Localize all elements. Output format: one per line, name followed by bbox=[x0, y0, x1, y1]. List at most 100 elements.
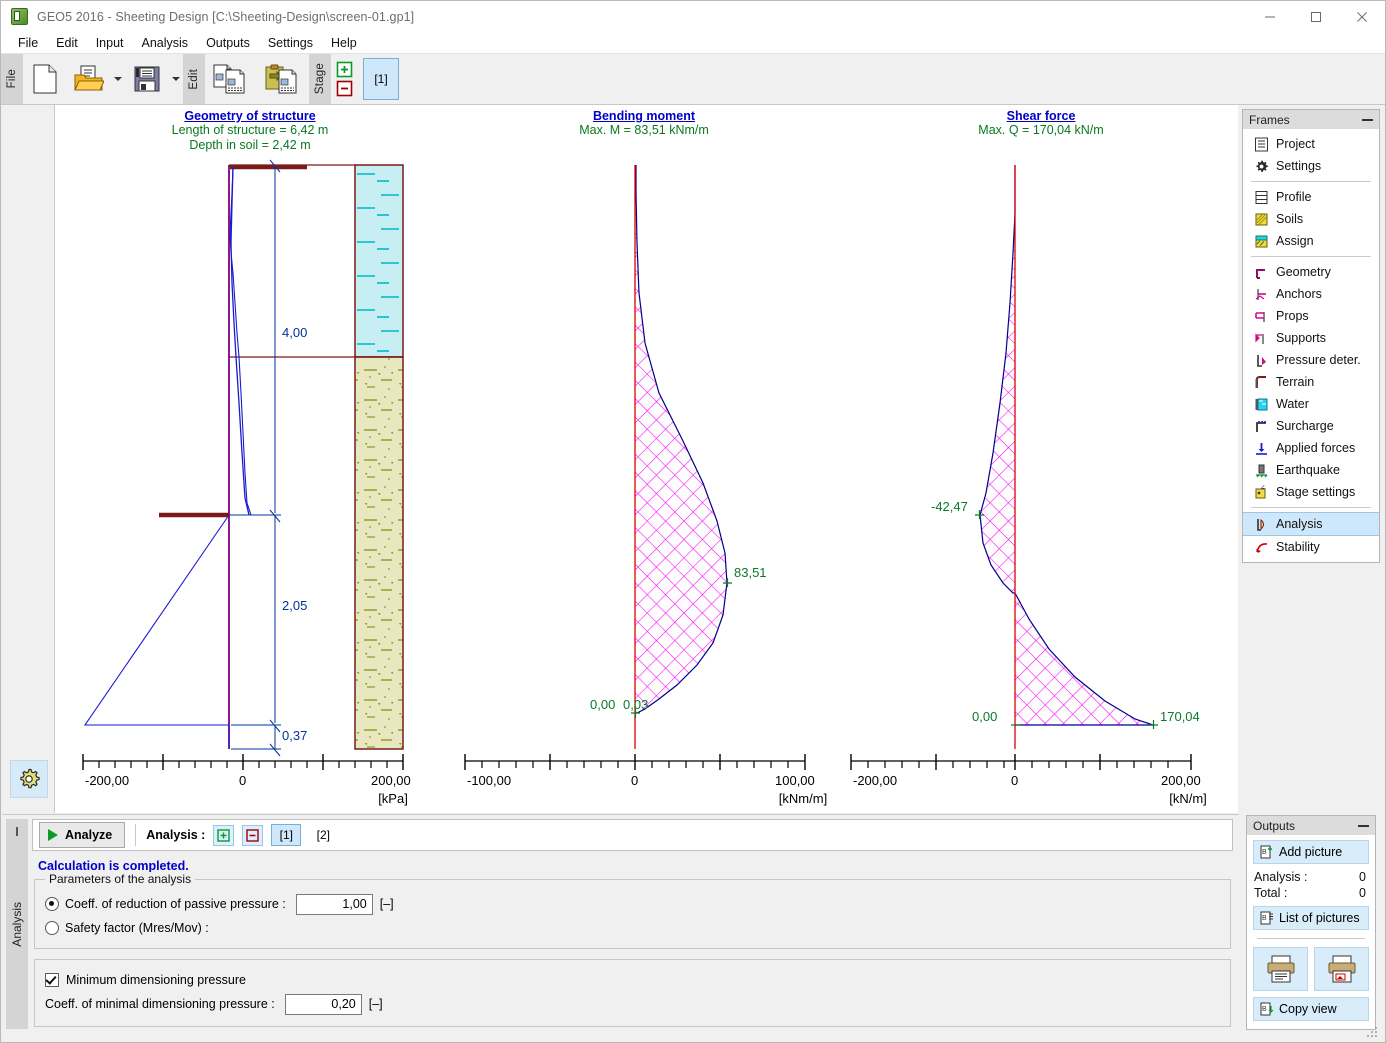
radio-coeff-reduction[interactable] bbox=[45, 897, 59, 911]
outputs-row-label: Analysis : bbox=[1254, 870, 1308, 884]
svg-text:B: B bbox=[1262, 1006, 1267, 1013]
sidebar-item-surcharge[interactable]: Surcharge bbox=[1243, 415, 1379, 437]
sidebar-item-terrain[interactable]: Terrain bbox=[1243, 371, 1379, 393]
outputs-row-analysis: Analysis : 0 bbox=[1253, 869, 1369, 885]
analyze-button[interactable]: Analyze bbox=[39, 822, 125, 848]
shear-max-label: 170,04 bbox=[1160, 709, 1200, 724]
divider bbox=[1257, 938, 1365, 939]
new-document-icon[interactable] bbox=[23, 54, 67, 104]
menu-analysis[interactable]: Analysis bbox=[133, 34, 198, 52]
sidebar-item-project[interactable]: Project bbox=[1243, 133, 1379, 155]
parameters-group-legend: Parameters of the analysis bbox=[45, 872, 195, 886]
shear-min-label: -42,47 bbox=[931, 499, 968, 514]
sidebar-item-soils[interactable]: Soils bbox=[1243, 208, 1379, 230]
chart-3-xtick-zero: 0 bbox=[1011, 773, 1018, 788]
sidebar-item-anchors[interactable]: Anchors bbox=[1243, 283, 1379, 305]
moment-toe-label: 0,03 bbox=[623, 697, 648, 712]
sidebar-item-analysis[interactable]: Analysis bbox=[1243, 512, 1379, 536]
list-of-pictures-button[interactable]: B List of pictures bbox=[1253, 906, 1369, 930]
paste-data-icon[interactable] bbox=[257, 54, 309, 104]
analysis-tab-2[interactable]: [2] bbox=[309, 825, 337, 845]
sidebar-item-label: Geometry bbox=[1276, 265, 1331, 279]
sidebar-item-props[interactable]: Props bbox=[1243, 305, 1379, 327]
stage-settings-icon: 2 bbox=[1253, 484, 1269, 500]
frames-panel: Frames Project Settings bbox=[1242, 109, 1380, 563]
chart-3-subtitle-1: Max. Q = 170,04 kN/m bbox=[843, 123, 1239, 138]
sidebar-item-supports[interactable]: Supports bbox=[1243, 327, 1379, 349]
min-pressure-group: Minimum dimensioning pressure Coeff. of … bbox=[34, 959, 1231, 1027]
plus-icon[interactable] bbox=[213, 825, 234, 846]
radio-safety-factor[interactable] bbox=[45, 921, 59, 935]
close-icon[interactable] bbox=[1339, 1, 1385, 32]
resize-grip[interactable] bbox=[1367, 1025, 1379, 1037]
dim-label-4-00: 4,00 bbox=[282, 325, 307, 340]
analysis-tab-1[interactable]: [1] bbox=[271, 824, 301, 846]
print-picture-icon[interactable] bbox=[1314, 947, 1369, 991]
frames-list: Project Settings Profile bbox=[1243, 129, 1379, 562]
earthquake-icon bbox=[1253, 462, 1269, 478]
print-document-icon[interactable] bbox=[1253, 947, 1308, 991]
menu-settings[interactable]: Settings bbox=[259, 34, 322, 52]
analysis-vertical-tab[interactable]: Analysis bbox=[6, 819, 28, 1029]
frames-panel-title: Frames bbox=[1249, 113, 1290, 127]
sidebar-item-pressure-deter[interactable]: Pressure deter. bbox=[1243, 349, 1379, 371]
sidebar-item-assign[interactable]: Assign bbox=[1243, 230, 1379, 252]
checkbox-minimum-dimensioning-pressure[interactable] bbox=[45, 973, 59, 987]
menu-input[interactable]: Input bbox=[87, 34, 133, 52]
minimize-icon[interactable] bbox=[1247, 1, 1293, 32]
sidebar-item-stability[interactable]: Stability bbox=[1243, 536, 1379, 558]
gear-icon[interactable] bbox=[10, 760, 48, 798]
svg-text:B: B bbox=[1262, 849, 1267, 856]
play-icon bbox=[48, 829, 58, 841]
outputs-row-total: Total : 0 bbox=[1253, 885, 1369, 901]
toolbar-group-edit-label: Edit bbox=[188, 69, 200, 90]
list-of-pictures-label: List of pictures bbox=[1279, 911, 1360, 925]
minus-icon[interactable] bbox=[242, 825, 263, 846]
divider bbox=[135, 824, 136, 846]
analysis-toolbar: Analyze Analysis : [1] [2] bbox=[32, 819, 1233, 851]
window-title: GEO5 2016 - Sheeting Design [C:\Sheeting… bbox=[37, 10, 414, 24]
open-dropdown-arrow-icon[interactable] bbox=[111, 54, 125, 104]
svg-text:B: B bbox=[1262, 915, 1267, 922]
water-layer bbox=[355, 165, 403, 357]
menu-file[interactable]: File bbox=[9, 34, 47, 52]
minimize-icon[interactable] bbox=[1362, 119, 1373, 121]
outputs-body: B Add picture Analysis : 0 Total : 0 B bbox=[1247, 835, 1375, 1029]
copy-view-button[interactable]: B Copy view bbox=[1253, 997, 1369, 1021]
menu-help[interactable]: Help bbox=[322, 34, 366, 52]
bottom-analysis-panel: Analysis Analyze Analysis : [1] [2] Ca bbox=[2, 814, 1239, 1041]
save-dropdown-arrow-icon[interactable] bbox=[169, 54, 183, 104]
add-picture-icon: B bbox=[1258, 845, 1276, 859]
chart-1-xtick-min: -200,00 bbox=[85, 773, 129, 788]
toolbar-group-file-label: File bbox=[6, 69, 18, 88]
moment-zero-label: 0,00 bbox=[590, 697, 615, 712]
add-picture-label: Add picture bbox=[1279, 845, 1342, 859]
min-pressure-input[interactable]: 0,20 bbox=[285, 994, 362, 1015]
minimize-icon[interactable] bbox=[1358, 825, 1369, 827]
menu-outputs[interactable]: Outputs bbox=[197, 34, 259, 52]
geo5-icon bbox=[11, 8, 28, 25]
moment-max-label: 83,51 bbox=[734, 565, 767, 580]
sidebar-item-water[interactable]: Water bbox=[1243, 393, 1379, 415]
sidebar-item-settings[interactable]: Settings bbox=[1243, 155, 1379, 177]
chart-3-minor-ticks bbox=[868, 761, 1168, 768]
sidebar-item-applied-forces[interactable]: Applied forces bbox=[1243, 437, 1379, 459]
minus-icon[interactable] bbox=[336, 80, 353, 97]
coeff-reduction-input[interactable]: 1,00 bbox=[296, 894, 373, 915]
add-picture-button[interactable]: B Add picture bbox=[1253, 840, 1369, 864]
chart-3-title: Shear force bbox=[843, 109, 1239, 123]
shear-fill-positive bbox=[1015, 593, 1153, 725]
plus-icon[interactable] bbox=[336, 61, 353, 78]
sidebar-item-geometry[interactable]: Geometry bbox=[1243, 261, 1379, 283]
stage-tab-1[interactable]: [1] bbox=[363, 58, 399, 100]
save-floppy-icon[interactable] bbox=[125, 54, 169, 104]
maximize-icon[interactable] bbox=[1293, 1, 1339, 32]
menu-edit[interactable]: Edit bbox=[47, 34, 87, 52]
analysis-vertical-tab-label: Analysis bbox=[10, 902, 24, 947]
profile-icon bbox=[1253, 189, 1269, 205]
sidebar-item-stage-settings[interactable]: 2 Stage settings bbox=[1243, 481, 1379, 503]
sidebar-item-profile[interactable]: Profile bbox=[1243, 186, 1379, 208]
open-folder-icon[interactable] bbox=[67, 54, 111, 104]
copy-data-icon[interactable] bbox=[205, 54, 257, 104]
sidebar-item-earthquake[interactable]: Earthquake bbox=[1243, 459, 1379, 481]
